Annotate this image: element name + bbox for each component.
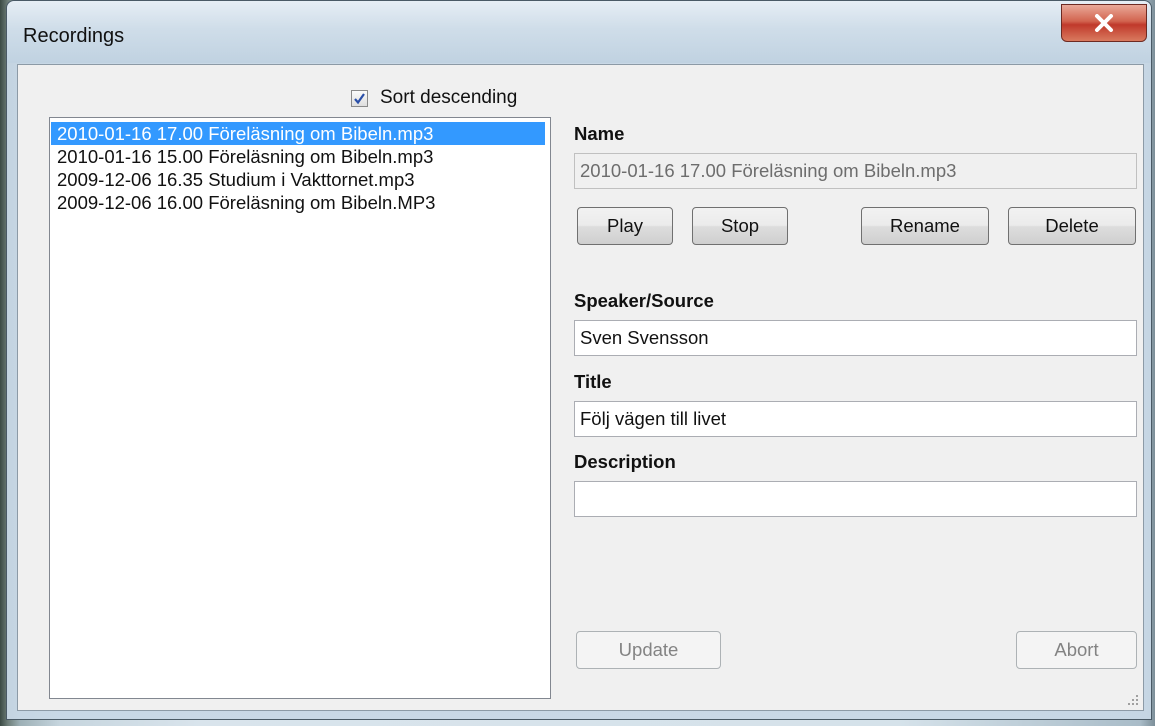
speaker-source-label: Speaker/Source — [574, 290, 714, 311]
update-button[interactable]: Update — [576, 631, 721, 669]
list-item[interactable]: 2009-12-06 16.00 Föreläsning om Bibeln.M… — [51, 191, 545, 214]
name-label: Name — [574, 123, 625, 144]
recordings-window: Recordings Sort descending 2010-01-16 17… — [6, 0, 1152, 720]
speaker-source-field[interactable]: Sven Svensson — [574, 320, 1137, 356]
checkmark-icon — [354, 92, 365, 104]
resize-grip-icon[interactable] — [1127, 694, 1139, 706]
title-bar[interactable]: Recordings — [7, 1, 1151, 63]
rename-button[interactable]: Rename — [861, 207, 989, 245]
close-icon — [1095, 14, 1113, 32]
sort-descending-label: Sort descending — [380, 87, 518, 108]
title-label: Title — [574, 371, 612, 392]
recordings-listbox[interactable]: 2010-01-16 17.00 Föreläsning om Bibeln.m… — [49, 117, 551, 699]
description-label: Description — [574, 451, 676, 472]
abort-button[interactable]: Abort — [1016, 631, 1137, 669]
checkbox-box[interactable] — [351, 89, 368, 107]
stop-button[interactable]: Stop — [692, 207, 788, 245]
dialog-client-area: Sort descending 2010-01-16 17.00 Föreläs… — [17, 64, 1144, 711]
name-field: 2010-01-16 17.00 Föreläsning om Bibeln.m… — [574, 153, 1137, 189]
title-field[interactable]: Följ vägen till livet — [574, 401, 1137, 437]
sort-descending-checkbox[interactable]: Sort descending — [351, 85, 517, 111]
list-item[interactable]: 2010-01-16 17.00 Föreläsning om Bibeln.m… — [51, 122, 545, 145]
list-item[interactable]: 2009-12-06 16.35 Studium i Vakttornet.mp… — [51, 168, 545, 191]
play-button[interactable]: Play — [577, 207, 673, 245]
close-button[interactable] — [1061, 4, 1147, 42]
list-item[interactable]: 2010-01-16 15.00 Föreläsning om Bibeln.m… — [51, 145, 545, 168]
delete-button[interactable]: Delete — [1008, 207, 1136, 245]
window-title: Recordings — [23, 25, 125, 47]
description-field[interactable] — [574, 481, 1137, 517]
